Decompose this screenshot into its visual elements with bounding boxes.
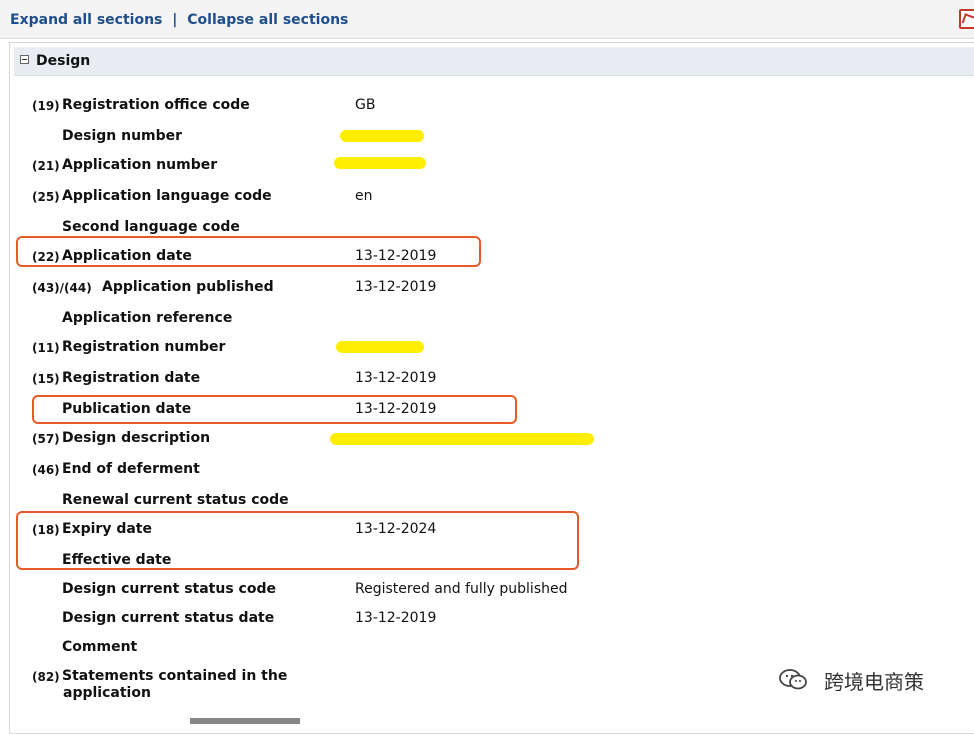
inid-code: (11) xyxy=(32,341,60,355)
field-value: GB xyxy=(355,97,376,113)
pdf-export-icon[interactable] xyxy=(959,9,974,29)
field-label: Application reference xyxy=(62,310,233,326)
collapse-toggle-icon[interactable] xyxy=(20,55,29,64)
field-label: End of deferment xyxy=(62,461,200,477)
field-label: Design current status code xyxy=(62,581,276,597)
toolbar-links: Expand all sections | Collapse all secti… xyxy=(10,12,348,28)
toolbar: Expand all sections | Collapse all secti… xyxy=(0,0,974,39)
field-row: (46) End of deferment xyxy=(0,461,974,485)
field-value: 13-12-2019 xyxy=(355,370,437,386)
inid-code: (46) xyxy=(32,463,60,477)
field-row: (57) Design description xyxy=(0,430,974,454)
field-row: Design number xyxy=(0,128,974,152)
watermark: 跨境电商策 xyxy=(778,666,958,696)
wechat-icon xyxy=(779,669,807,690)
redaction-mark xyxy=(334,157,426,169)
highlight-box xyxy=(16,511,579,570)
field-label: Application published xyxy=(102,279,274,295)
field-row: (25) Application language code en xyxy=(0,188,974,212)
field-value: Registered and fully published xyxy=(355,581,568,597)
clipped-content xyxy=(190,718,300,724)
inid-code: (21) xyxy=(32,159,60,173)
inid-code: (82) xyxy=(32,670,60,684)
field-label: Renewal current status code xyxy=(62,492,289,508)
field-label: Design current status date xyxy=(62,610,275,626)
collapse-all-link[interactable]: Collapse all sections xyxy=(187,12,348,28)
redaction-mark xyxy=(340,130,424,142)
highlight-box xyxy=(32,395,517,424)
field-label: Design number xyxy=(62,128,183,144)
field-row: Design current status date 13-12-2019 xyxy=(0,610,974,634)
field-label: Registration number xyxy=(62,339,226,355)
field-row: (19) Registration office code GB xyxy=(0,97,974,121)
field-label-line1: Statements contained in the xyxy=(62,668,288,684)
field-value: 13-12-2019 xyxy=(355,279,437,295)
field-label: Application language code xyxy=(62,188,272,204)
inid-code: (25) xyxy=(32,190,60,204)
field-row: (15) Registration date 13-12-2019 xyxy=(0,370,974,394)
field-label: Design description xyxy=(62,430,211,446)
field-label: Registration office code xyxy=(62,97,250,113)
field-label: Second language code xyxy=(62,219,240,235)
field-value: en xyxy=(355,188,373,204)
redaction-mark xyxy=(336,341,424,353)
field-value: 13-12-2019 xyxy=(355,610,437,626)
field-row: (21) Application number xyxy=(0,157,974,181)
field-label-line2: application xyxy=(63,685,151,701)
inid-code: (57) xyxy=(32,432,60,446)
inid-code: (43)/(44) xyxy=(32,281,92,295)
inid-code: (15) xyxy=(32,372,60,386)
watermark-text: 跨境电商策 xyxy=(824,670,924,694)
toolbar-separator: | xyxy=(172,12,178,28)
section-header[interactable]: Design xyxy=(14,47,974,76)
field-row: (11) Registration number xyxy=(0,339,974,363)
redaction-mark xyxy=(330,433,594,445)
field-label: Application number xyxy=(62,157,218,173)
field-row: Comment xyxy=(0,639,974,663)
field-row: (43)/(44) Application published 13-12-20… xyxy=(0,279,974,303)
field-label: Comment xyxy=(62,639,138,655)
expand-all-link[interactable]: Expand all sections xyxy=(10,12,162,28)
inid-code: (19) xyxy=(32,99,60,113)
field-label: Registration date xyxy=(62,370,201,386)
highlight-box xyxy=(16,236,481,267)
section-title: Design xyxy=(36,53,91,69)
field-row: Application reference xyxy=(0,310,974,334)
field-row: Design current status code Registered an… xyxy=(0,581,974,605)
